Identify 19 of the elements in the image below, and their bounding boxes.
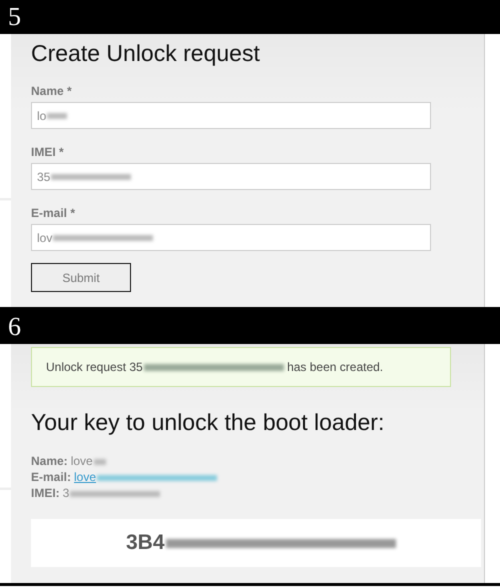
detail-value: love — [70, 453, 106, 469]
page-title: Your key to unlock the boot loader: — [31, 409, 384, 436]
detail-label: Name: — [31, 453, 68, 469]
detail-label: E-mail: — [31, 469, 72, 485]
email-link[interactable]: love — [74, 469, 218, 485]
detail-label: IMEI: — [31, 485, 60, 501]
input-field[interactable]: lov — [31, 224, 431, 251]
field-label: Name * — [31, 84, 72, 98]
field-label: IMEI * — [31, 145, 64, 159]
submit-button[interactable]: Submit — [31, 263, 131, 292]
step-number: 5 — [8, 2, 21, 32]
field-label: E-mail * — [31, 206, 76, 220]
input-field[interactable]: 35 — [31, 163, 431, 190]
step-number: 6 — [8, 312, 21, 342]
page-title: Create Unlock request — [31, 40, 260, 67]
detail-value: 3 — [62, 485, 160, 501]
success-message: Unlock request 35 has been created. — [31, 347, 451, 387]
input-field[interactable]: lo — [31, 102, 431, 129]
unlock-key: 3B4 — [126, 531, 396, 555]
